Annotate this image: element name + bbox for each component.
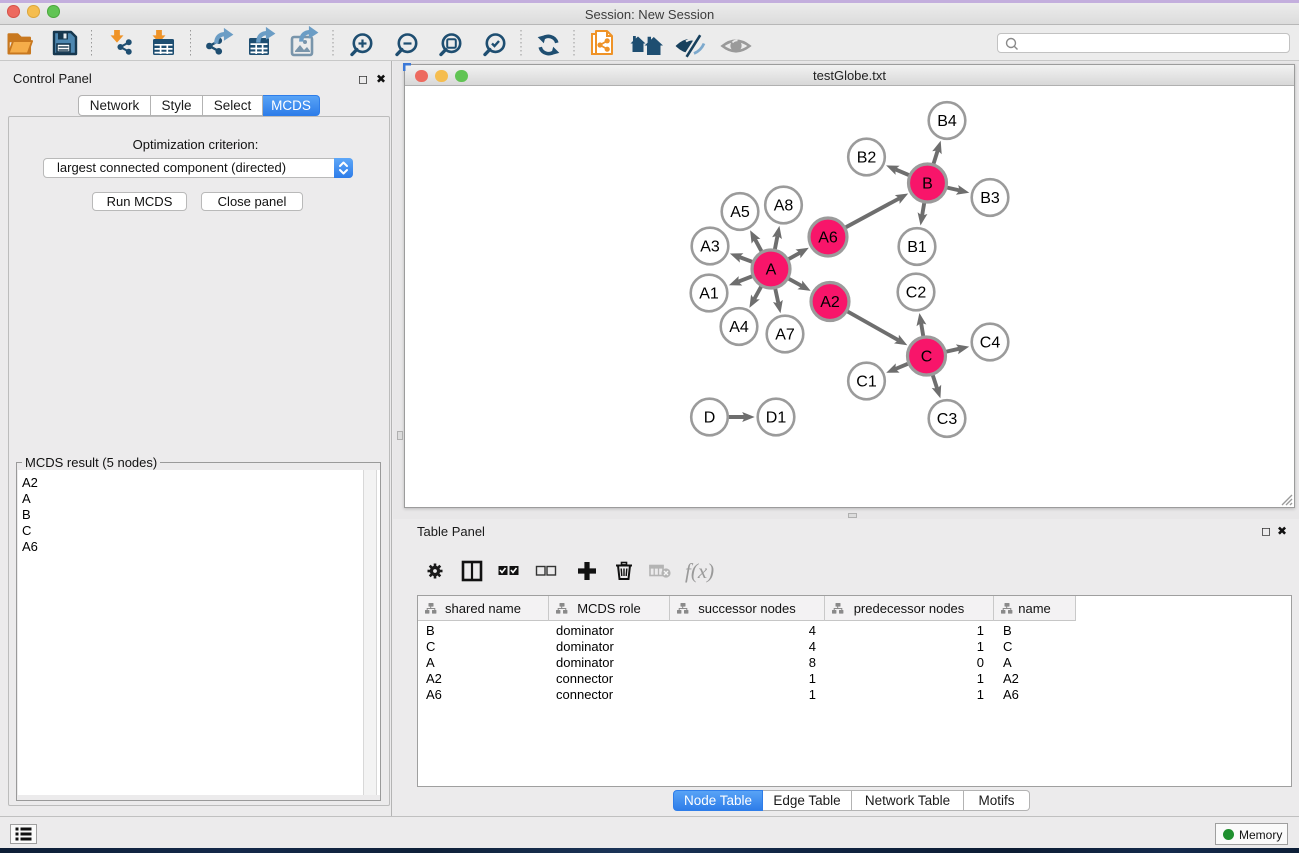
svg-text:A7: A7 — [775, 327, 795, 344]
svg-text:C3: C3 — [937, 411, 958, 428]
svg-text:C: C — [921, 349, 933, 366]
svg-text:A: A — [766, 262, 777, 279]
svg-text:C1: C1 — [856, 374, 877, 391]
svg-text:B: B — [922, 176, 933, 193]
svg-text:C4: C4 — [980, 335, 1001, 352]
svg-text:B4: B4 — [937, 113, 957, 130]
svg-text:D1: D1 — [766, 410, 787, 427]
svg-text:A4: A4 — [729, 319, 749, 336]
svg-text:A6: A6 — [818, 230, 838, 247]
svg-text:A5: A5 — [730, 204, 750, 221]
svg-text:A3: A3 — [700, 239, 720, 256]
svg-text:A8: A8 — [774, 198, 794, 215]
svg-text:D: D — [704, 410, 716, 427]
svg-text:A2: A2 — [820, 294, 840, 311]
svg-text:C2: C2 — [906, 285, 927, 302]
svg-text:B2: B2 — [857, 150, 877, 167]
svg-text:B1: B1 — [907, 239, 927, 256]
svg-text:A1: A1 — [699, 286, 719, 303]
svg-text:B3: B3 — [980, 190, 1000, 207]
svg-text:f(x): f(x) — [685, 559, 714, 583]
